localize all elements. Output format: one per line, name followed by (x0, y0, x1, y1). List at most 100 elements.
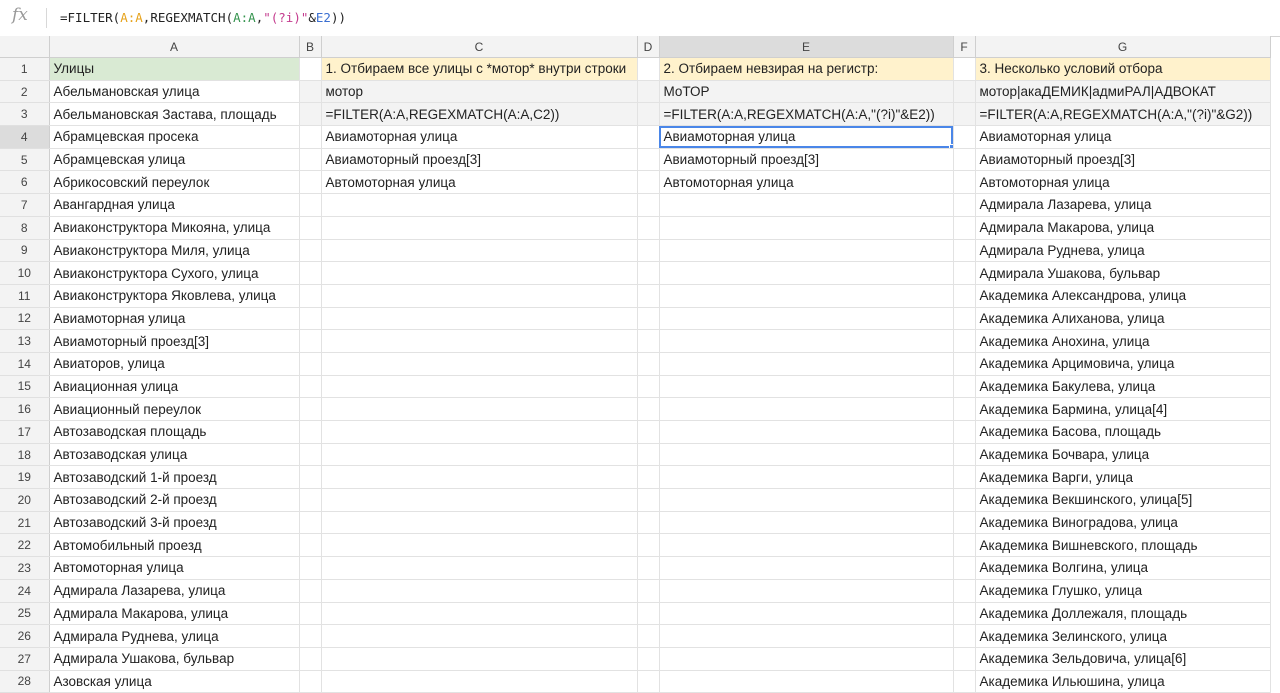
row-header[interactable]: 3 (0, 102, 50, 127)
cell-e[interactable] (659, 556, 954, 580)
row-header[interactable]: 15 (0, 375, 50, 399)
cell-d[interactable] (637, 216, 660, 240)
cell-c[interactable] (321, 375, 638, 399)
cell-b[interactable] (299, 533, 322, 558)
cell-d[interactable] (637, 261, 660, 285)
cell-c[interactable] (321, 488, 638, 512)
cell-c[interactable] (321, 647, 638, 671)
cell-d[interactable] (637, 397, 660, 421)
cell-f[interactable] (953, 57, 976, 81)
cell-f[interactable] (953, 284, 976, 308)
cell-c[interactable] (321, 511, 638, 535)
cell-e[interactable] (659, 443, 954, 467)
cell-a[interactable]: Авиаконструктора Яковлева, улица (49, 284, 300, 308)
cell-b[interactable] (299, 579, 322, 603)
cell-c[interactable]: =FILTER(A:A,REGEXMATCH(A:A,C2)) (321, 102, 638, 127)
cell-d[interactable] (637, 420, 660, 444)
cell-e[interactable]: МоТОР (659, 80, 954, 104)
cell-c[interactable] (321, 420, 638, 444)
cell-c[interactable]: 1. Отбираем все улицы с *мотор* внутри с… (321, 57, 638, 81)
cell-e[interactable] (659, 216, 954, 240)
cell-g[interactable]: Адмирала Руднева, улица (975, 239, 1271, 263)
cell-b[interactable] (299, 148, 322, 172)
row-header[interactable]: 7 (0, 193, 50, 217)
cell-b[interactable] (299, 624, 322, 648)
cell-d[interactable] (637, 148, 660, 172)
cell-g[interactable]: Академика Вишневского, площадь (975, 533, 1271, 558)
row-header[interactable]: 28 (0, 670, 50, 693)
formula-input[interactable]: =FILTER(A:A,REGEXMATCH(A:A,"(?i)"&E2)) (60, 10, 346, 25)
cell-f[interactable] (953, 420, 976, 444)
cell-d[interactable] (637, 579, 660, 603)
row-header[interactable]: 11 (0, 284, 50, 308)
cell-d[interactable] (637, 170, 660, 195)
cell-e[interactable] (659, 488, 954, 512)
cell-f[interactable] (953, 307, 976, 331)
cell-f[interactable] (953, 465, 976, 490)
cell-a[interactable]: Автозаводская улица (49, 443, 300, 467)
cell-c[interactable] (321, 397, 638, 421)
cell-e[interactable] (659, 375, 954, 399)
cell-g[interactable]: Академика Глушко, улица (975, 579, 1271, 603)
cell-f[interactable] (953, 80, 976, 104)
cell-d[interactable] (637, 125, 660, 149)
cell-b[interactable] (299, 602, 322, 626)
cell-a[interactable]: Авиамоторная улица (49, 307, 300, 331)
cell-d[interactable] (637, 329, 660, 353)
cell-f[interactable] (953, 602, 976, 626)
cell-e[interactable]: =FILTER(A:A,REGEXMATCH(A:A,"(?i)"&E2)) (659, 102, 954, 127)
cell-d[interactable] (637, 556, 660, 580)
row-header[interactable]: 21 (0, 511, 50, 535)
cell-d[interactable] (637, 102, 660, 127)
column-header-a[interactable]: A (49, 36, 300, 58)
active-cell-e4[interactable]: Авиамоторная улица (659, 125, 954, 149)
select-all-corner[interactable] (0, 36, 50, 58)
column-header-c[interactable]: C (321, 36, 638, 58)
cell-e[interactable] (659, 670, 954, 693)
cell-f[interactable] (953, 533, 976, 558)
cell-e[interactable] (659, 397, 954, 421)
cell-f[interactable] (953, 397, 976, 421)
cell-a[interactable]: Автомоторная улица (49, 556, 300, 580)
cell-g[interactable]: Академика Виноградова, улица (975, 511, 1271, 535)
cell-g[interactable]: Академика Бармина, улица[4] (975, 397, 1271, 421)
cell-d[interactable] (637, 193, 660, 217)
cell-f[interactable] (953, 216, 976, 240)
cell-d[interactable] (637, 375, 660, 399)
cell-e[interactable]: Авиамоторный проезд[3] (659, 148, 954, 172)
cell-g[interactable]: Академика Зелинского, улица (975, 624, 1271, 648)
row-header[interactable]: 19 (0, 465, 50, 490)
cell-c[interactable] (321, 533, 638, 558)
cell-c[interactable] (321, 670, 638, 693)
cell-g[interactable]: Академика Ильюшина, улица (975, 670, 1271, 693)
cell-g[interactable]: Адмирала Лазарева, улица (975, 193, 1271, 217)
cell-c[interactable] (321, 239, 638, 263)
row-header[interactable]: 18 (0, 443, 50, 467)
cell-c[interactable]: Авиамоторная улица (321, 125, 638, 149)
cell-d[interactable] (637, 307, 660, 331)
cell-c[interactable] (321, 465, 638, 490)
cell-e[interactable]: Автомоторная улица (659, 170, 954, 195)
row-header[interactable]: 9 (0, 239, 50, 263)
cell-c[interactable] (321, 261, 638, 285)
row-header[interactable]: 5 (0, 148, 50, 172)
cell-c[interactable] (321, 307, 638, 331)
cell-g[interactable]: Академика Бакулева, улица (975, 375, 1271, 399)
cell-a[interactable]: Автозаводский 1-й проезд (49, 465, 300, 490)
cell-b[interactable] (299, 647, 322, 671)
cell-b[interactable] (299, 80, 322, 104)
cell-a[interactable]: Адмирала Макарова, улица (49, 602, 300, 626)
cell-b[interactable] (299, 102, 322, 127)
cell-e[interactable] (659, 284, 954, 308)
cell-c[interactable] (321, 193, 638, 217)
cell-g[interactable]: 3. Несколько условий отбора (975, 57, 1271, 81)
cell-a[interactable]: Адмирала Лазарева, улица (49, 579, 300, 603)
row-header[interactable]: 20 (0, 488, 50, 512)
cell-a[interactable]: Азовская улица (49, 670, 300, 693)
cell-f[interactable] (953, 261, 976, 285)
cell-e[interactable] (659, 261, 954, 285)
cell-d[interactable] (637, 465, 660, 490)
cell-d[interactable] (637, 670, 660, 693)
cell-a[interactable]: Авиаконструктора Сухого, улица (49, 261, 300, 285)
cell-c[interactable] (321, 443, 638, 467)
